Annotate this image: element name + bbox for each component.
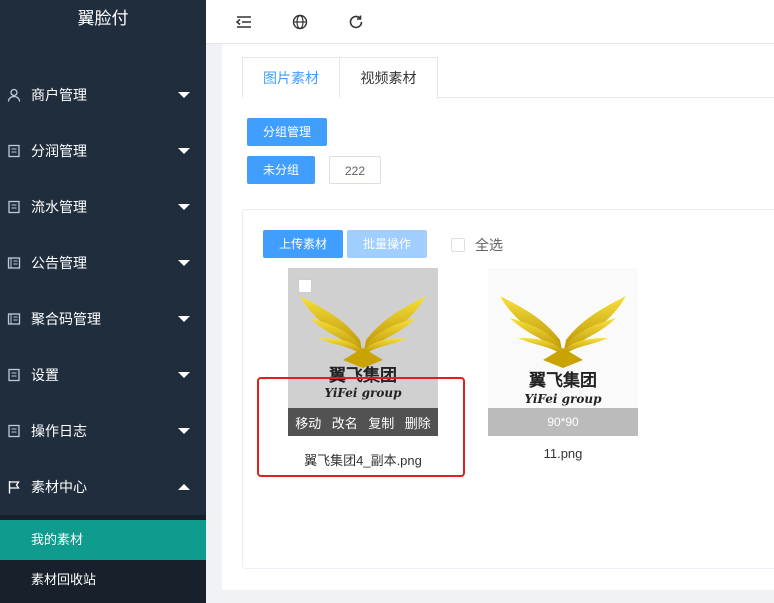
sidebar-item-notice[interactable]: 公告管理 <box>0 235 206 291</box>
highlight-annotation <box>257 377 465 477</box>
topbar <box>206 0 774 44</box>
media-card[interactable]: 翼飞集团 YiFei group 90*90 11.png <box>488 268 638 461</box>
sidebar-item-log[interactable]: 操作日志 <box>0 403 206 459</box>
svg-text:YiFei group: YiFei group <box>525 392 603 406</box>
notice-icon <box>7 312 21 326</box>
flag-icon <box>7 480 21 494</box>
sidebar-item-profit[interactable]: 分润管理 <box>0 123 206 179</box>
submenu-material: 我的素材 素材回收站 <box>0 515 206 603</box>
chevron-down-icon <box>178 372 190 378</box>
document-icon <box>7 368 21 382</box>
chevron-down-icon <box>178 260 190 266</box>
document-icon <box>7 144 21 158</box>
document-icon <box>7 200 21 214</box>
chevron-up-icon <box>178 484 190 490</box>
document-icon <box>7 424 21 438</box>
tab-image-material[interactable]: 图片素材 <box>242 57 340 98</box>
sidebar-item-label: 设置 <box>31 367 59 383</box>
chevron-down-icon <box>178 204 190 210</box>
sidebar-item-merchant[interactable]: 商户管理 <box>0 67 206 123</box>
collapse-menu-icon[interactable] <box>235 13 253 31</box>
user-icon <box>7 88 21 102</box>
sidebar-item-material[interactable]: 素材中心 <box>0 459 206 515</box>
tab-video-material[interactable]: 视频素材 <box>340 57 438 98</box>
upload-button[interactable]: 上传素材 <box>263 230 343 258</box>
image-size-label: 90*90 <box>488 408 638 436</box>
sidebar-item-label: 分润管理 <box>31 143 87 159</box>
sidebar-item-label: 流水管理 <box>31 199 87 215</box>
chevron-down-icon <box>178 316 190 322</box>
sidebar: 翼脸付 商户管理 分润管理 流水管理 公告管理 聚合码管理 设置 操作日志 素材… <box>0 0 206 603</box>
group-manage-button[interactable]: 分组管理 <box>247 118 327 146</box>
group-222-button[interactable]: 222 <box>329 156 381 184</box>
sidebar-item-qrcode[interactable]: 聚合码管理 <box>0 291 206 347</box>
chevron-down-icon <box>178 148 190 154</box>
sidebar-item-settings[interactable]: 设置 <box>0 347 206 403</box>
batch-operation-button[interactable]: 批量操作 <box>347 230 427 258</box>
sidebar-item-label: 商户管理 <box>31 87 87 103</box>
svg-text:翼飞集团: 翼飞集团 <box>529 370 597 391</box>
sidebar-item-label: 操作日志 <box>31 423 87 439</box>
chevron-down-icon <box>178 92 190 98</box>
brand-title: 翼脸付 <box>0 0 206 38</box>
media-thumbnail[interactable]: 翼飞集团 YiFei group 90*90 <box>488 268 638 436</box>
sidebar-subitem-recycle[interactable]: 素材回收站 <box>0 560 206 600</box>
notice-icon <box>7 256 21 270</box>
select-all-checkbox[interactable] <box>451 238 465 252</box>
file-name: 11.png <box>543 446 583 461</box>
sidebar-subitem-my-material[interactable]: 我的素材 <box>0 520 206 560</box>
sidebar-item-label: 公告管理 <box>31 255 87 271</box>
material-tabs: 图片素材 视频素材 <box>242 57 774 98</box>
card-checkbox[interactable] <box>298 279 312 293</box>
select-all[interactable]: 全选 <box>451 235 503 255</box>
chevron-down-icon <box>178 428 190 434</box>
globe-icon[interactable] <box>291 13 309 31</box>
sidebar-item-label: 素材中心 <box>31 479 87 495</box>
ungrouped-button[interactable]: 未分组 <box>247 156 315 184</box>
sidebar-item-label: 聚合码管理 <box>31 311 101 327</box>
sidebar-item-flow[interactable]: 流水管理 <box>0 179 206 235</box>
refresh-icon[interactable] <box>347 13 365 31</box>
select-all-label: 全选 <box>475 237 503 253</box>
